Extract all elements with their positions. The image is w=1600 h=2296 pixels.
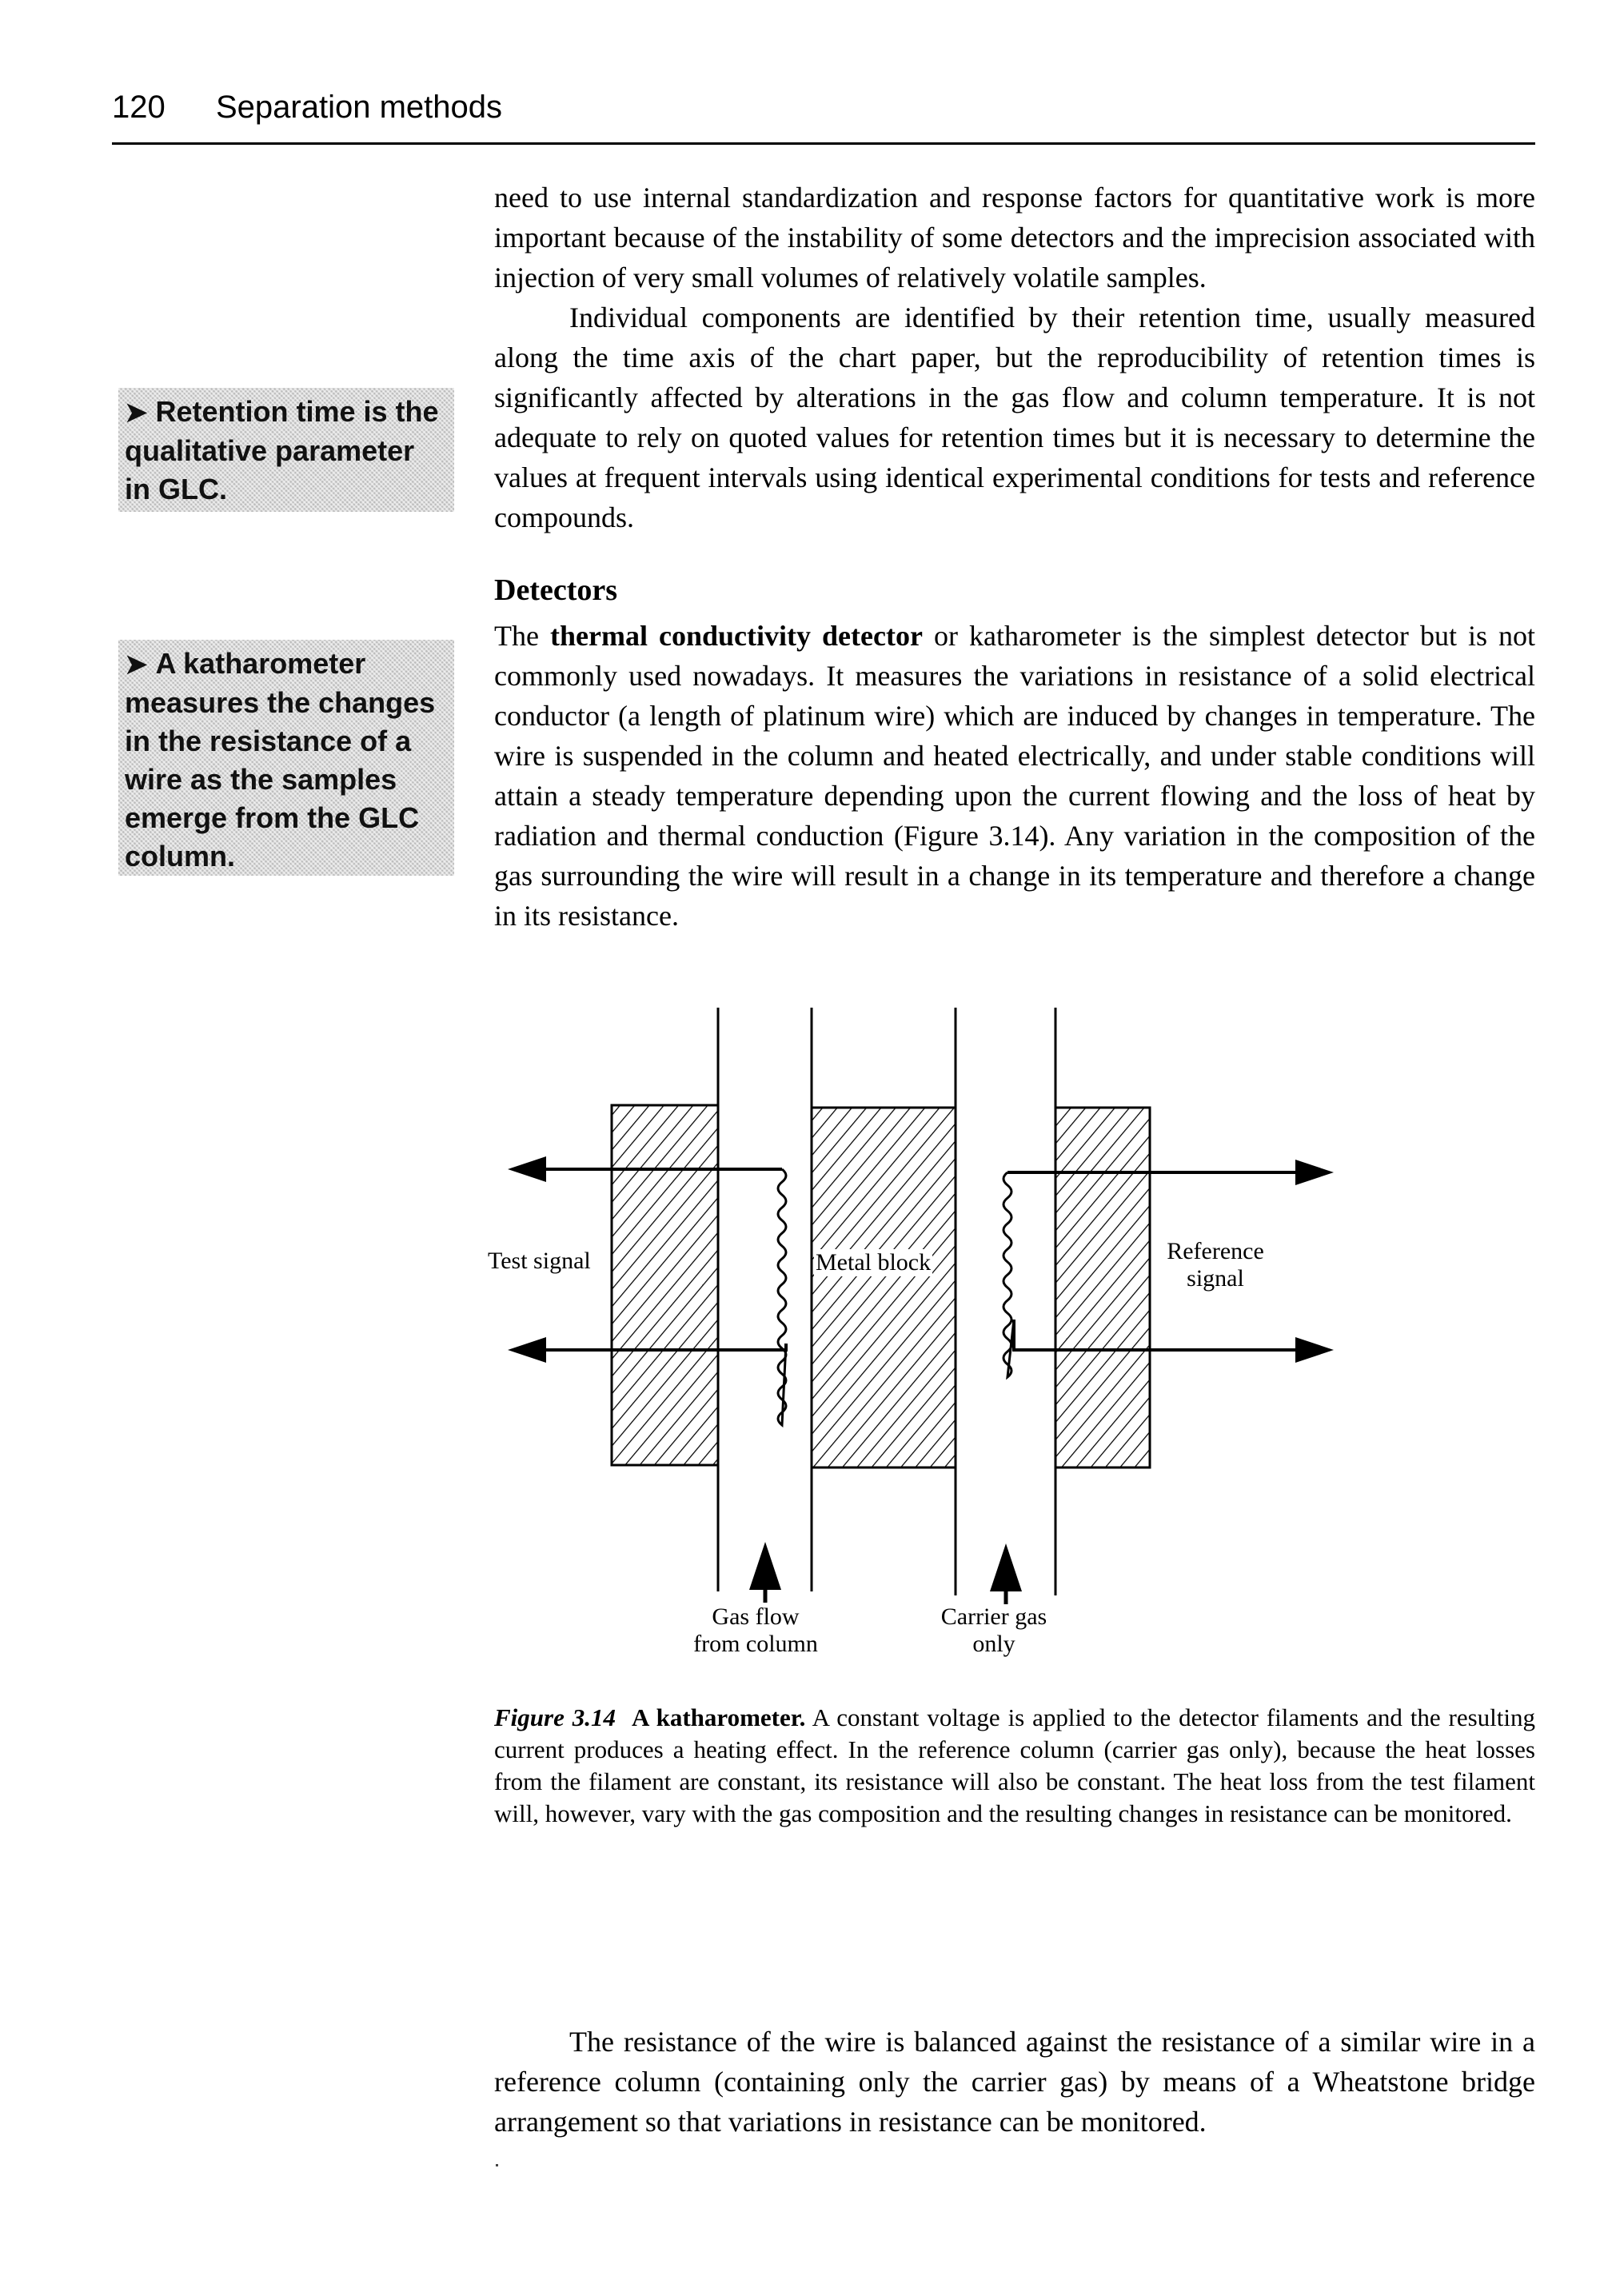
carrier-gas-label-line2: only: [972, 1631, 1015, 1657]
key-term: thermal conductivity detector: [550, 620, 923, 652]
paragraph-text: or katharometer is the simplest detector…: [494, 620, 1536, 932]
running-title: Separation methods: [216, 90, 503, 125]
body-paragraph-4: The resistance of the wire is balanced a…: [494, 2022, 1535, 2142]
gas-flow-label-line1: Gas flow: [712, 1603, 800, 1630]
reference-signal-label: Reference signal: [1163, 1238, 1267, 1292]
body-paragraph-3: The thermal conductivity detector or kat…: [494, 616, 1535, 936]
paragraph-text: need to use internal standardization and…: [494, 182, 1535, 293]
page-number: 120: [112, 90, 166, 125]
center-metal-block: [810, 1106, 957, 1469]
figure-caption: Figure 3.14 A katharometer. A constant vo…: [494, 1702, 1535, 1830]
figure-title: A katharometer.: [632, 1703, 806, 1731]
arrow-bullet-icon: ➤: [125, 397, 148, 428]
test-filament: [776, 1168, 788, 1428]
header-rule: [112, 142, 1535, 145]
section-heading-detectors: Detectors: [494, 573, 618, 607]
scan-speck: [496, 2164, 498, 2166]
katharometer-diagram: [508, 1008, 1334, 1604]
gas-flow-label: Gas flow from column: [676, 1603, 836, 1658]
metal-block-label: Metal block: [814, 1249, 933, 1276]
body-paragraph-2: Individual components are identified by …: [494, 297, 1535, 537]
test-block: [610, 1104, 720, 1467]
gas-flow-label-line2: from column: [693, 1631, 818, 1657]
page-header: 120 Separation methods: [112, 90, 1535, 146]
reference-block: [1054, 1106, 1151, 1469]
test-signal-label: Test signal: [488, 1248, 591, 1274]
margin-note-text: Retention time is the qualitative parame…: [125, 395, 439, 505]
paragraph-text: Individual components are identified by …: [494, 301, 1535, 533]
margin-note-text: A katharometer measures the changes in t…: [125, 647, 436, 872]
paragraph-lead: The: [494, 620, 550, 652]
margin-note-katharometer: ➤ A katharometer measures the changes in …: [118, 640, 454, 876]
margin-note-retention: ➤ Retention time is the qualitative param…: [118, 388, 454, 512]
arrow-bullet-icon: ➤: [125, 649, 148, 680]
carrier-gas-label-line1: Carrier gas: [940, 1603, 1047, 1630]
reference-signal-label-line1: Reference: [1167, 1238, 1264, 1264]
carrier-gas-label: Carrier gas only: [918, 1603, 1070, 1658]
figure-number: Figure 3.14: [494, 1703, 616, 1731]
katharometer-figure: Test signal Metal block Reference signal…: [480, 976, 1359, 1679]
body-paragraph-1: need to use internal standardization and…: [494, 178, 1535, 297]
reference-signal-label-line2: signal: [1187, 1265, 1244, 1292]
paragraph-text: The resistance of the wire is balanced a…: [494, 2026, 1535, 2138]
